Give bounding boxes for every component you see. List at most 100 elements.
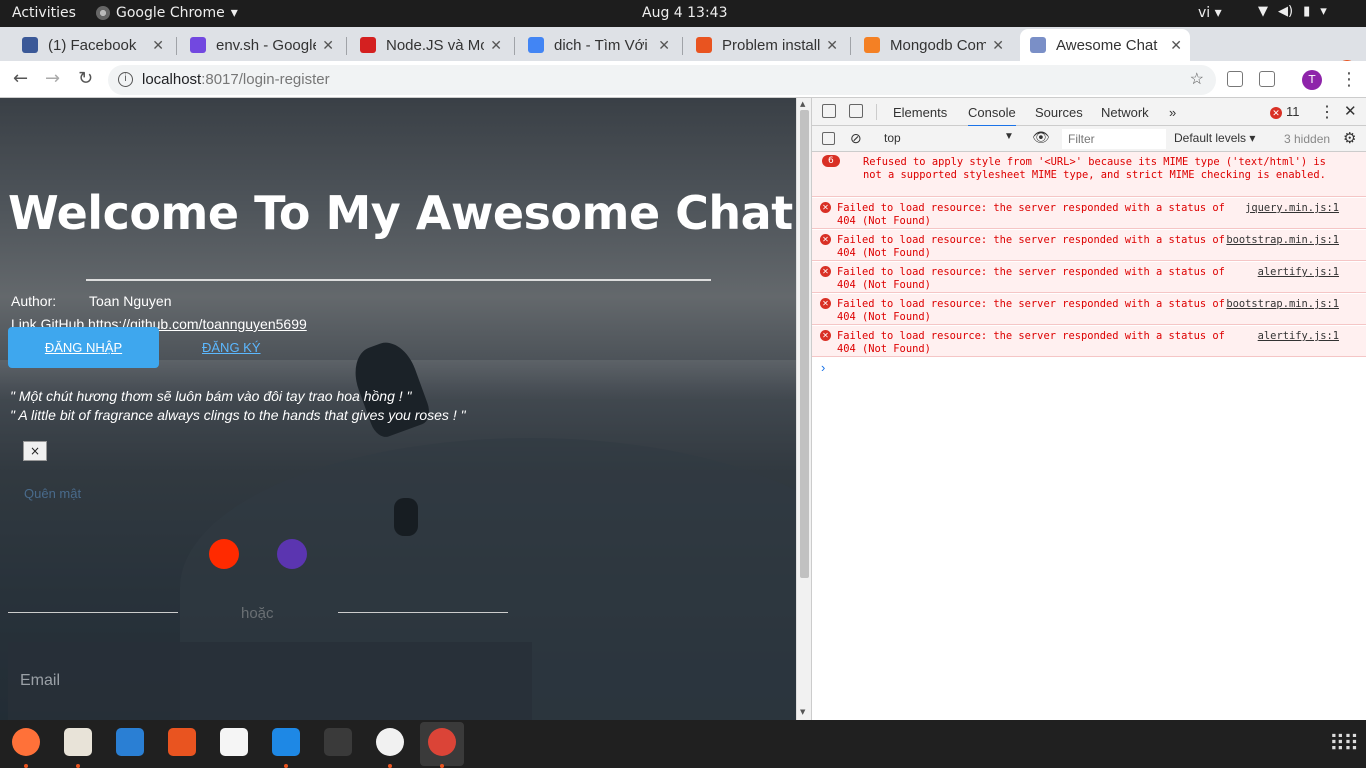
files-icon[interactable] bbox=[64, 728, 92, 756]
console-filter-input[interactable] bbox=[1062, 129, 1166, 149]
tab-label: Node.JS và Mo bbox=[386, 36, 485, 54]
quote-vietnamese: " Một chút hương thơm sẽ luôn bám vào đô… bbox=[10, 388, 412, 404]
writer-icon[interactable] bbox=[116, 728, 144, 756]
console-sidebar-icon[interactable] bbox=[822, 132, 835, 145]
system-top-bar: Activities Google Chrome ▾ Aug 4 13:43 v… bbox=[0, 0, 1366, 27]
clear-console-icon[interactable]: ⊘ bbox=[850, 130, 862, 147]
firefox-icon[interactable] bbox=[12, 728, 40, 756]
error-icon: ✕ bbox=[820, 234, 831, 245]
browser-tab[interactable]: Node.JS và Mo ✕ bbox=[350, 29, 510, 61]
address-bar[interactable]: i localhost:8017/login-register ☆ bbox=[108, 65, 1216, 95]
input-language[interactable]: vi ▾ bbox=[1198, 5, 1222, 21]
context-selector[interactable]: top bbox=[884, 131, 901, 145]
devtools-tab-bar: Elements Console Sources Network » ✕ 11 ⋮… bbox=[812, 98, 1366, 127]
browser-tab[interactable]: dich - Tìm Với G ✕ bbox=[518, 29, 678, 61]
back-button[interactable]: ← bbox=[13, 68, 28, 89]
close-button[interactable]: × bbox=[23, 441, 47, 461]
tab-close-icon[interactable]: ✕ bbox=[992, 37, 1004, 54]
tab-label: dich - Tìm Với G bbox=[554, 36, 652, 54]
tab-network[interactable]: Network bbox=[1101, 105, 1149, 120]
console-error-row[interactable]: ✕ Failed to load resource: the server res… bbox=[812, 230, 1366, 261]
tab-close-icon[interactable]: ✕ bbox=[1170, 37, 1182, 54]
software-icon[interactable] bbox=[168, 728, 196, 756]
more-tabs-button[interactable]: » bbox=[1169, 105, 1176, 120]
amazon-icon[interactable] bbox=[220, 728, 248, 756]
console-error-row[interactable]: ✕ Failed to load resource: the server res… bbox=[812, 198, 1366, 229]
browser-tab[interactable]: Problem install ✕ bbox=[686, 29, 846, 61]
page-viewport: Welcome To My Awesome Chat Author: Toan N… bbox=[0, 98, 796, 720]
author-label: Author: bbox=[11, 293, 57, 309]
title-divider bbox=[86, 279, 711, 281]
console-source-link[interactable]: alertify.js:1 bbox=[1258, 266, 1339, 279]
tab-close-icon[interactable]: ✕ bbox=[322, 37, 334, 54]
tab-separator bbox=[176, 37, 177, 55]
device-toolbar-icon[interactable] bbox=[849, 104, 863, 118]
console-error-row[interactable]: ✕ Failed to load resource: the server res… bbox=[812, 326, 1366, 357]
devtools-menu-icon[interactable]: ⋮ bbox=[1319, 102, 1335, 122]
console-source-link[interactable]: alertify.js:1 bbox=[1258, 330, 1339, 343]
reload-button[interactable]: ↻ bbox=[78, 68, 93, 89]
site-info-icon[interactable]: i bbox=[118, 72, 133, 87]
system-tray[interactable]: ▼ ◀) ▮ ▾ bbox=[1258, 4, 1327, 19]
chrome-icon[interactable] bbox=[428, 728, 456, 756]
app-menu[interactable]: Google Chrome ▾ bbox=[96, 5, 238, 21]
tab-elements[interactable]: Elements bbox=[893, 105, 947, 120]
register-link[interactable]: ĐĂNG KÝ bbox=[202, 340, 261, 355]
console-source-link[interactable]: bootstrap.min.js:1 bbox=[1226, 234, 1339, 247]
terminal-icon[interactable] bbox=[324, 728, 352, 756]
activities-button[interactable]: Activities bbox=[12, 5, 76, 21]
browser-tab[interactable]: env.sh - Google ✕ bbox=[180, 29, 342, 61]
extension-icon[interactable] bbox=[1259, 71, 1275, 87]
show-applications-icon[interactable]: ⠿⠿ bbox=[1329, 732, 1359, 757]
console-error-row[interactable]: ✕ Failed to load resource: the server res… bbox=[812, 294, 1366, 325]
email-field[interactable] bbox=[8, 642, 532, 720]
clock[interactable]: Aug 4 13:43 bbox=[642, 5, 728, 21]
login-button[interactable]: ĐĂNG NHẬP bbox=[8, 327, 159, 368]
console-error-row[interactable]: 6 Refused to apply style from '<URL>' bec… bbox=[812, 152, 1366, 197]
page-scrollbar[interactable]: ▲ ▼ bbox=[796, 98, 811, 720]
devtools-close-icon[interactable]: ✕ bbox=[1344, 102, 1357, 120]
live-expression-eye-icon[interactable]: 👁 bbox=[1032, 129, 1050, 146]
bookmark-star-icon[interactable]: ☆ bbox=[1190, 65, 1204, 95]
tab-close-icon[interactable]: ✕ bbox=[152, 37, 164, 54]
stackoverflow-icon bbox=[864, 37, 880, 53]
log-levels-dropdown[interactable]: Default levels ▾ bbox=[1174, 131, 1255, 145]
or-divider-right bbox=[338, 612, 508, 613]
profile-avatar[interactable]: T bbox=[1302, 70, 1322, 90]
vscode-icon[interactable] bbox=[272, 728, 300, 756]
browser-tab[interactable]: (1) Facebook ✕ bbox=[12, 29, 172, 61]
tab-close-icon[interactable]: ✕ bbox=[826, 37, 838, 54]
devtools-panel: Elements Console Sources Network » ✕ 11 ⋮… bbox=[811, 98, 1366, 720]
tab-close-icon[interactable]: ✕ bbox=[490, 37, 502, 54]
tab-console[interactable]: Console bbox=[968, 105, 1016, 127]
console-source-link[interactable]: jquery.min.js:1 bbox=[1245, 202, 1339, 215]
chrome-menu-icon[interactable]: ⋮ bbox=[1340, 69, 1358, 90]
extension-icon[interactable] bbox=[1227, 71, 1243, 87]
forward-button[interactable]: → bbox=[45, 68, 60, 89]
author-name: Toan Nguyen bbox=[89, 293, 172, 309]
console-error-row[interactable]: ✕ Failed to load resource: the server res… bbox=[812, 262, 1366, 293]
browser-tab[interactable]: Awesome Chat ✕ bbox=[1020, 29, 1190, 61]
social-login-google-icon[interactable] bbox=[209, 539, 239, 569]
forgot-password-link[interactable]: Quên mật bbox=[24, 486, 81, 501]
input-language-label: vi bbox=[1198, 5, 1211, 21]
social-login-facebook-icon[interactable] bbox=[277, 539, 307, 569]
browser-tab[interactable]: Mongodb Com ✕ bbox=[854, 29, 1012, 61]
context-dropdown-icon[interactable]: ▼ bbox=[1004, 131, 1014, 142]
console-settings-gear-icon[interactable]: ⚙ bbox=[1343, 129, 1356, 147]
app-menu-label: Google Chrome bbox=[116, 5, 225, 21]
scroll-down-arrow-icon[interactable]: ▼ bbox=[800, 708, 805, 716]
inspect-element-icon[interactable] bbox=[822, 104, 836, 118]
console-prompt[interactable]: › bbox=[821, 360, 825, 375]
mongodb-compass-icon[interactable] bbox=[376, 728, 404, 756]
tab-separator bbox=[514, 37, 515, 55]
error-counter[interactable]: ✕ 11 bbox=[1270, 104, 1300, 119]
tab-close-icon[interactable]: ✕ bbox=[658, 37, 670, 54]
scrollbar-thumb[interactable] bbox=[800, 110, 809, 578]
running-indicator bbox=[284, 764, 288, 768]
dock: ⠿⠿ bbox=[0, 720, 1366, 768]
console-source-link[interactable]: bootstrap.min.js:1 bbox=[1226, 298, 1339, 311]
tab-sources[interactable]: Sources bbox=[1035, 105, 1083, 120]
dropdown-arrow-icon: ▾ bbox=[230, 5, 238, 21]
scroll-up-arrow-icon[interactable]: ▲ bbox=[800, 100, 805, 108]
